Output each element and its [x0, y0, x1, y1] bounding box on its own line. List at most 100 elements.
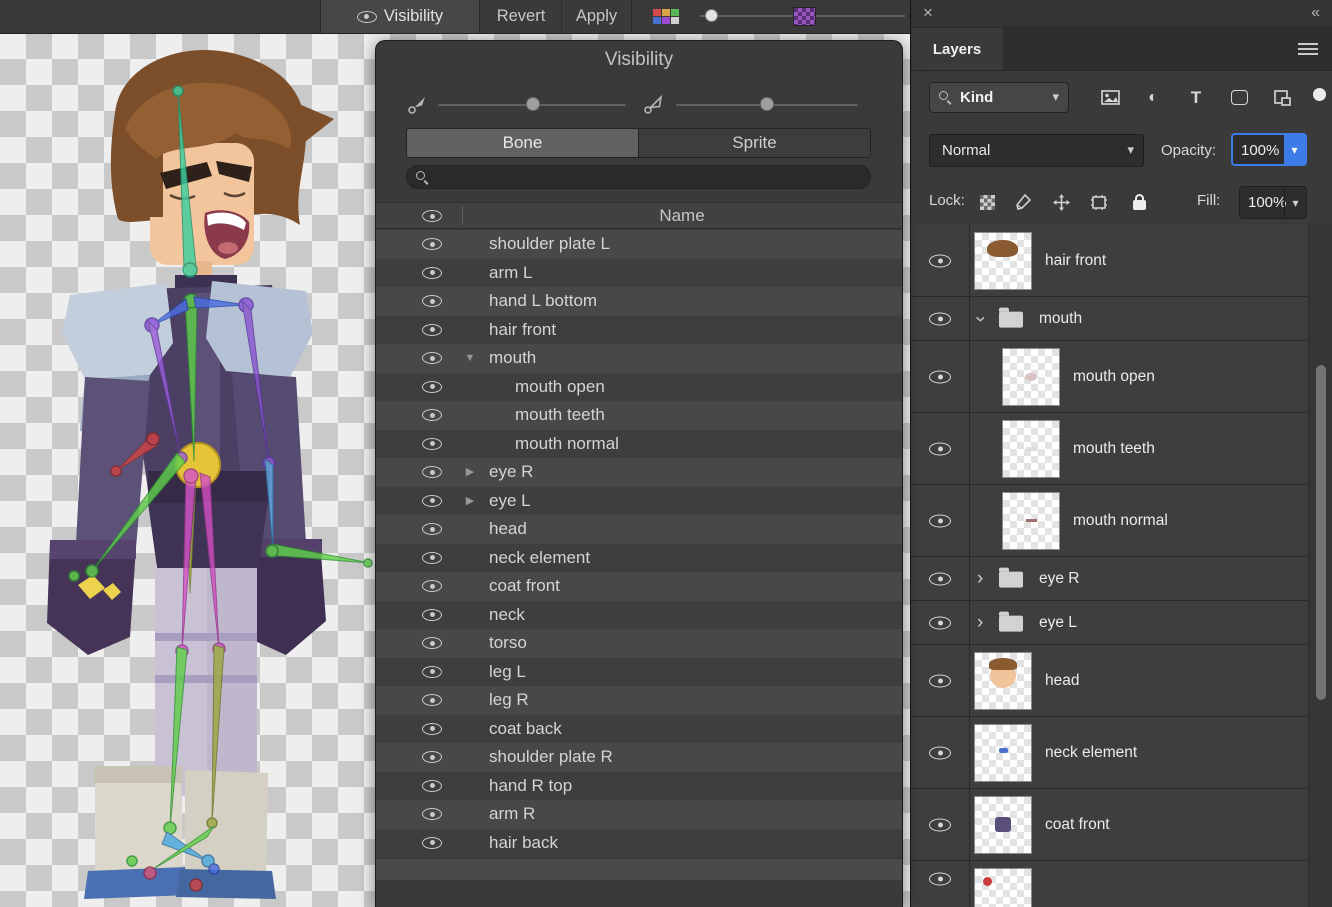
visibility-row[interactable]: hair back [376, 829, 902, 858]
visibility-row[interactable]: neck element [376, 544, 902, 573]
visibility-row[interactable]: ▶eye R [376, 458, 902, 487]
layer-name[interactable]: eye L [1039, 614, 1077, 632]
visibility-row[interactable]: ▶eye L [376, 487, 902, 516]
visibility-row[interactable]: coat front [376, 572, 902, 601]
layer-name[interactable]: mouth [1039, 310, 1082, 328]
layer-visibility-toggle[interactable] [929, 616, 951, 629]
sprite-opacity-slider-knob[interactable] [760, 97, 774, 111]
search-input[interactable] [435, 166, 862, 190]
eye-visibility-toggle[interactable] [422, 808, 442, 820]
layer-row[interactable]: coat front [911, 789, 1308, 861]
eye-visibility-toggle[interactable] [422, 466, 442, 478]
visibility-row[interactable]: mouth teeth [376, 401, 902, 430]
visibility-row[interactable]: ▼mouth [376, 344, 902, 373]
tab-layers[interactable]: Layers [911, 28, 1003, 70]
sprite-preview-icon[interactable] [793, 7, 816, 26]
layer-visibility-toggle[interactable] [929, 746, 951, 759]
layer-visibility-toggle[interactable] [929, 514, 951, 527]
layer-name[interactable]: mouth teeth [1073, 440, 1155, 458]
lock-position-button[interactable] [1049, 191, 1073, 213]
close-icon[interactable]: × [923, 3, 933, 23]
search-field[interactable] [406, 165, 871, 189]
foldout-collapsed-icon[interactable]: ▶ [460, 487, 480, 516]
eye-visibility-toggle[interactable] [422, 609, 442, 621]
layer-group-row[interactable]: › mouth [911, 297, 1308, 341]
eye-visibility-toggle[interactable] [422, 780, 442, 792]
eye-visibility-toggle[interactable] [422, 552, 442, 564]
eye-visibility-toggle[interactable] [422, 295, 442, 307]
visibility-row[interactable]: mouth normal [376, 430, 902, 459]
layer-thumbnail[interactable] [975, 653, 1031, 709]
layer-row[interactable]: mouth open [911, 341, 1308, 413]
revert-button[interactable]: Revert [481, 0, 562, 33]
panel-menu-icon[interactable] [1298, 43, 1318, 45]
layer-thumbnail[interactable] [975, 869, 1031, 907]
apply-button[interactable]: Apply [562, 0, 632, 33]
eye-visibility-toggle[interactable] [422, 238, 442, 250]
layer-thumbnail[interactable] [975, 233, 1031, 289]
layer-thumbnail[interactable] [1003, 421, 1059, 477]
layer-thumbnail[interactable] [975, 725, 1031, 781]
layer-name[interactable]: hair front [1045, 252, 1106, 270]
eye-visibility-toggle[interactable] [422, 438, 442, 450]
filter-image-layers-button[interactable] [1094, 82, 1126, 113]
layer-thumbnail[interactable] [1003, 493, 1059, 549]
visibility-row[interactable]: hair front [376, 316, 902, 345]
horizontal-scrollbar[interactable] [376, 859, 902, 880]
foldout-expanded-icon[interactable]: ▼ [460, 344, 480, 373]
filter-type-layers-button[interactable]: T [1180, 82, 1212, 113]
layer-visibility-toggle[interactable] [929, 370, 951, 383]
visibility-row[interactable]: shoulder plate L [376, 230, 902, 259]
layer-visibility-toggle[interactable] [929, 442, 951, 455]
visibility-row[interactable]: head [376, 515, 902, 544]
scrollbar-thumb[interactable] [1316, 365, 1326, 700]
fill-dropdown-button[interactable]: ▾ [1284, 187, 1306, 218]
layer-name[interactable]: head [1045, 672, 1079, 690]
visibility-row[interactable]: hand R top [376, 772, 902, 801]
layer-visibility-toggle[interactable] [929, 818, 951, 831]
layer-name[interactable]: coat front [1045, 816, 1110, 834]
layer-row[interactable]: head [911, 645, 1308, 717]
layer-row-partial[interactable] [911, 861, 1308, 896]
visibility-toggle-button[interactable]: Visibility [320, 0, 480, 33]
layer-visibility-toggle[interactable] [929, 254, 951, 267]
collapse-panel-icon[interactable]: « [1311, 3, 1320, 23]
layer-thumbnail[interactable] [1003, 349, 1059, 405]
blend-mode-select[interactable]: Normal ▾ [929, 134, 1144, 167]
fill-input[interactable]: 100% ▾ [1239, 186, 1307, 219]
toolbar-opacity-slider-knob[interactable] [705, 9, 718, 22]
filter-shape-layers-button[interactable] [1223, 82, 1255, 113]
layer-row[interactable]: neck element [911, 717, 1308, 789]
layer-group-row[interactable]: › eye L [911, 601, 1308, 645]
visibility-row[interactable]: mouth open [376, 373, 902, 402]
visibility-row[interactable]: leg L [376, 658, 902, 687]
filter-smart-objects-button[interactable] [1266, 82, 1298, 113]
eye-visibility-toggle[interactable] [422, 723, 442, 735]
tab-sprite[interactable]: Sprite [638, 129, 870, 157]
visibility-row[interactable]: neck [376, 601, 902, 630]
eye-visibility-toggle[interactable] [422, 381, 442, 393]
lock-pixels-button[interactable] [1011, 191, 1035, 213]
filter-adjustment-layers-button[interactable]: ◐ [1137, 82, 1169, 113]
layer-row[interactable]: hair front [911, 225, 1308, 297]
foldout-collapsed-icon[interactable]: ▶ [460, 458, 480, 487]
visibility-row[interactable]: arm R [376, 800, 902, 829]
lock-transparency-button[interactable] [975, 191, 999, 213]
layer-name[interactable]: eye R [1039, 570, 1080, 588]
palette-button[interactable] [642, 0, 690, 33]
eye-visibility-toggle[interactable] [422, 637, 442, 649]
visibility-row[interactable]: hand L bottom [376, 287, 902, 316]
layer-name[interactable]: mouth normal [1073, 512, 1168, 530]
eye-visibility-toggle[interactable] [422, 837, 442, 849]
bone-opacity-slider-knob[interactable] [526, 97, 540, 111]
filtering-toggle[interactable] [1313, 88, 1326, 101]
eye-visibility-toggle[interactable] [422, 409, 442, 421]
opacity-dropdown-button[interactable]: ▾ [1284, 135, 1305, 164]
eye-visibility-toggle[interactable] [422, 666, 442, 678]
tab-bone[interactable]: Bone [407, 129, 638, 157]
eye-visibility-toggle[interactable] [422, 523, 442, 535]
scrollbar-track[interactable] [1308, 225, 1332, 907]
visibility-row[interactable]: coat back [376, 715, 902, 744]
eye-visibility-toggle[interactable] [422, 580, 442, 592]
eye-visibility-toggle[interactable] [422, 324, 442, 336]
